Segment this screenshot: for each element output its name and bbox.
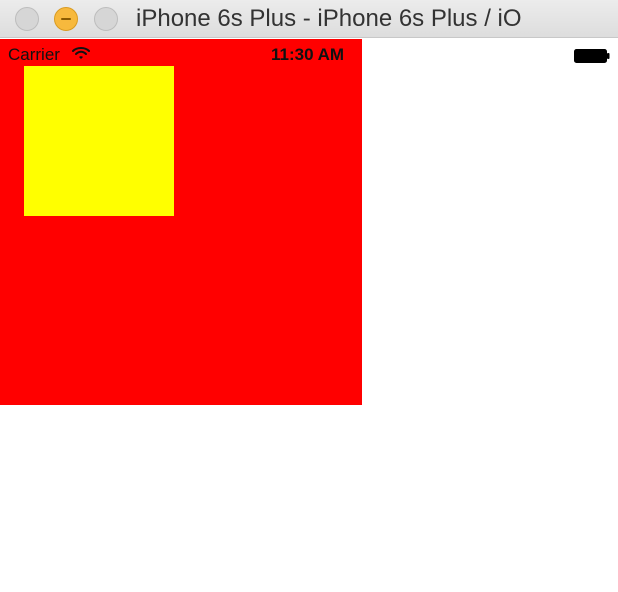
wifi-icon xyxy=(72,47,90,59)
simulator-screen: Carrier 11:30 AM xyxy=(0,39,618,592)
window-titlebar: iPhone 6s Plus - iPhone 6s Plus / iO xyxy=(0,0,618,38)
minimize-icon xyxy=(61,18,71,20)
carrier-label: Carrier xyxy=(8,45,60,64)
yellow-view xyxy=(24,66,174,216)
status-time: 11:30 AM xyxy=(271,45,345,64)
battery-icon xyxy=(574,49,610,63)
simulator-window: iPhone 6s Plus - iPhone 6s Plus / iO Car… xyxy=(0,0,618,592)
close-button[interactable] xyxy=(15,7,39,31)
zoom-button[interactable] xyxy=(94,7,118,31)
window-title: iPhone 6s Plus - iPhone 6s Plus / iO xyxy=(136,5,522,32)
minimize-button[interactable] xyxy=(54,7,78,31)
